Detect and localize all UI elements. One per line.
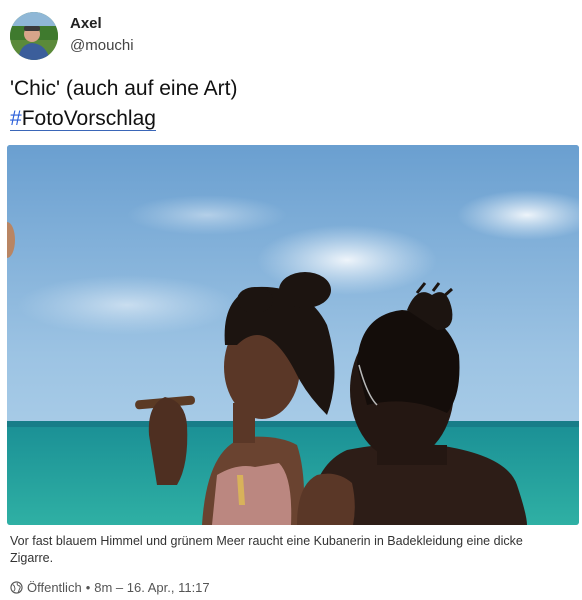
post-text: 'Chic' (auch auf eine Art) — [10, 77, 238, 100]
beach-photo-icon — [7, 145, 579, 525]
post-meta: Öffentlich • 8m – 16. Apr., 11:17 — [10, 580, 210, 595]
post-content: 'Chic' (auch auf eine Art) #FotoVorschla… — [10, 74, 570, 134]
globe-icon — [10, 581, 23, 594]
hashtag-text: FotoVorschlag — [21, 107, 156, 130]
meta-separator: • — [85, 580, 91, 595]
post-card: Axel @mouchi 'Chic' (auch auf eine Art) … — [0, 0, 582, 600]
avatar[interactable] — [10, 12, 58, 60]
author-handle[interactable]: @mouchi — [70, 37, 134, 54]
image-caption: Vor fast blauem Himmel und grünem Meer r… — [10, 534, 523, 565]
hashtag-symbol: # — [10, 107, 22, 130]
visibility-label[interactable]: Öffentlich — [27, 580, 82, 595]
author-name[interactable]: Axel — [70, 15, 102, 32]
avatar-photo-icon — [10, 12, 58, 60]
post-image[interactable] — [7, 145, 579, 525]
post-timestamp[interactable]: 8m – 16. Apr., 11:17 — [94, 580, 209, 595]
hashtag-link[interactable]: #FotoVorschlag — [10, 107, 156, 131]
